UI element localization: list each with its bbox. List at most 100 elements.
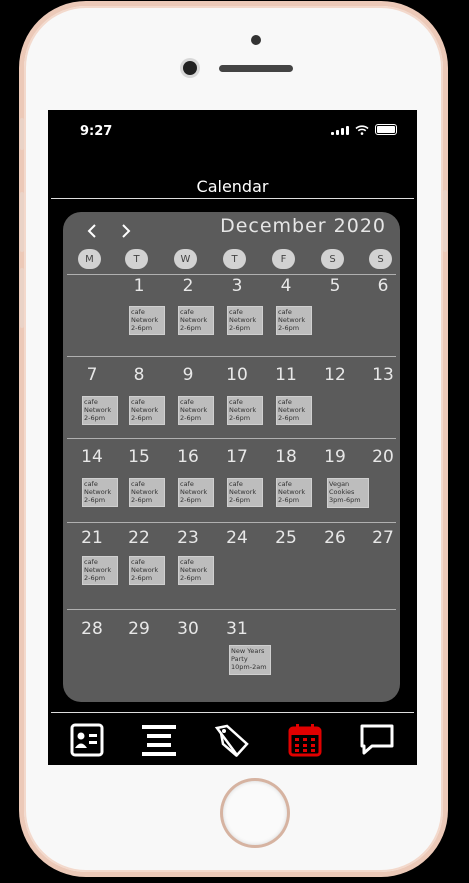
front-camera <box>183 61 197 75</box>
day-cell[interactable]: 15 <box>127 447 151 467</box>
event-chip[interactable]: cafe Network 2-6pm <box>276 396 312 425</box>
day-cell[interactable]: 2 <box>176 276 200 296</box>
event-chip[interactable]: cafe Network 2-6pm <box>178 396 214 425</box>
week-divider <box>67 356 396 357</box>
event-text: Network <box>84 406 112 414</box>
volume-down-button <box>20 268 24 328</box>
event-text: cafe <box>229 398 243 406</box>
tab-calendar[interactable] <box>286 721 324 759</box>
event-chip[interactable]: cafe Network 2-6pm <box>129 306 165 335</box>
day-cell[interactable]: 27 <box>371 528 395 548</box>
event-text: cafe <box>229 480 243 488</box>
mute-switch <box>20 118 24 150</box>
event-chip[interactable]: cafe Network 2-6pm <box>178 306 214 335</box>
event-chip[interactable]: cafe Network 2-6pm <box>129 396 165 425</box>
day-cell[interactable]: 16 <box>176 447 200 467</box>
next-month-button[interactable] <box>121 220 131 245</box>
day-cell[interactable]: 7 <box>80 365 104 385</box>
tab-messages[interactable] <box>358 721 396 759</box>
event-chip[interactable]: cafe Network 2-6pm <box>276 306 312 335</box>
day-cell[interactable]: 26 <box>323 528 347 548</box>
day-cell[interactable]: 23 <box>176 528 200 548</box>
event-chip[interactable]: Vegan Cookies 3pm-6pm <box>327 478 369 508</box>
event-text: Network <box>131 566 159 574</box>
event-text: cafe <box>84 398 98 406</box>
tab-contacts[interactable] <box>68 721 106 759</box>
day-cell[interactable]: 5 <box>323 276 347 296</box>
event-text: Party <box>231 655 248 663</box>
event-text: Network <box>229 488 257 496</box>
day-cell[interactable]: 1 <box>127 276 151 296</box>
event-text: Network <box>229 316 257 324</box>
event-text: cafe <box>84 480 98 488</box>
home-button[interactable] <box>223 781 287 845</box>
event-text: cafe <box>84 558 98 566</box>
event-chip[interactable]: cafe Network 2-6pm <box>227 478 263 507</box>
day-cell[interactable]: 3 <box>225 276 249 296</box>
day-cell[interactable]: 31 <box>225 619 249 639</box>
event-text: cafe <box>278 398 292 406</box>
power-button <box>443 190 447 252</box>
event-chip[interactable]: cafe Network 2-6pm <box>227 306 263 335</box>
day-cell[interactable]: 29 <box>127 619 151 639</box>
menu-lines-icon <box>142 725 176 756</box>
event-text: 2-6pm <box>131 496 153 504</box>
day-cell[interactable]: 12 <box>323 365 347 385</box>
day-cell[interactable]: 18 <box>274 447 298 467</box>
event-chip[interactable]: cafe Network 2-6pm <box>82 556 118 585</box>
chevron-left-icon <box>87 224 96 238</box>
event-chip[interactable]: cafe Network 2-6pm <box>178 556 214 585</box>
event-text: cafe <box>278 480 292 488</box>
day-cell[interactable]: 22 <box>127 528 151 548</box>
tab-deals[interactable] <box>213 721 251 759</box>
event-chip[interactable]: cafe Network 2-6pm <box>276 478 312 507</box>
sensor-dot <box>251 35 261 45</box>
day-cell[interactable]: 20 <box>371 447 395 467</box>
day-cell[interactable]: 6 <box>371 276 395 296</box>
contact-card-icon <box>70 723 104 757</box>
event-text: 2-6pm <box>278 414 300 422</box>
day-cell[interactable]: 19 <box>323 447 347 467</box>
event-text: Network <box>278 488 306 496</box>
day-cell[interactable]: 25 <box>274 528 298 548</box>
weekday-header: S <box>321 249 344 269</box>
event-text: Network <box>278 406 306 414</box>
event-chip[interactable]: cafe Network 2-6pm <box>82 396 118 425</box>
week-divider <box>67 609 396 610</box>
event-chip[interactable]: cafe Network 2-6pm <box>129 478 165 507</box>
event-chip[interactable]: cafe Network 2-6pm <box>82 478 118 507</box>
event-text: 2-6pm <box>180 574 202 582</box>
prev-month-button[interactable] <box>87 220 97 245</box>
day-cell[interactable]: 11 <box>274 365 298 385</box>
weekday-header: T <box>125 249 148 269</box>
weekday-header: W <box>174 249 197 269</box>
weekday-header: S <box>369 249 392 269</box>
day-cell[interactable]: 24 <box>225 528 249 548</box>
signal-icon <box>331 125 349 135</box>
day-cell[interactable]: 17 <box>225 447 249 467</box>
event-text: Network <box>131 488 159 496</box>
event-text: 2-6pm <box>131 574 153 582</box>
day-cell[interactable]: 14 <box>80 447 104 467</box>
event-chip[interactable]: cafe Network 2-6pm <box>129 556 165 585</box>
event-text: 2-6pm <box>84 496 106 504</box>
event-chip[interactable]: New Years Party 10pm-2am <box>229 645 271 675</box>
event-text: cafe <box>229 308 243 316</box>
day-cell[interactable]: 28 <box>80 619 104 639</box>
day-cell[interactable]: 8 <box>127 365 151 385</box>
day-cell[interactable]: 9 <box>176 365 200 385</box>
event-text: Cookies <box>329 488 355 496</box>
tab-feed[interactable] <box>140 721 178 759</box>
tab-bar <box>48 714 417 765</box>
day-cell[interactable]: 13 <box>371 365 395 385</box>
day-cell[interactable]: 21 <box>80 528 104 548</box>
day-cell[interactable]: 10 <box>225 365 249 385</box>
event-text: Network <box>131 316 159 324</box>
event-chip[interactable]: cafe Network 2-6pm <box>178 478 214 507</box>
event-text: 2-6pm <box>180 414 202 422</box>
tabbar-divider <box>51 712 414 713</box>
day-cell[interactable]: 4 <box>274 276 298 296</box>
event-text: cafe <box>180 308 194 316</box>
event-chip[interactable]: cafe Network 2-6pm <box>227 396 263 425</box>
day-cell[interactable]: 30 <box>176 619 200 639</box>
